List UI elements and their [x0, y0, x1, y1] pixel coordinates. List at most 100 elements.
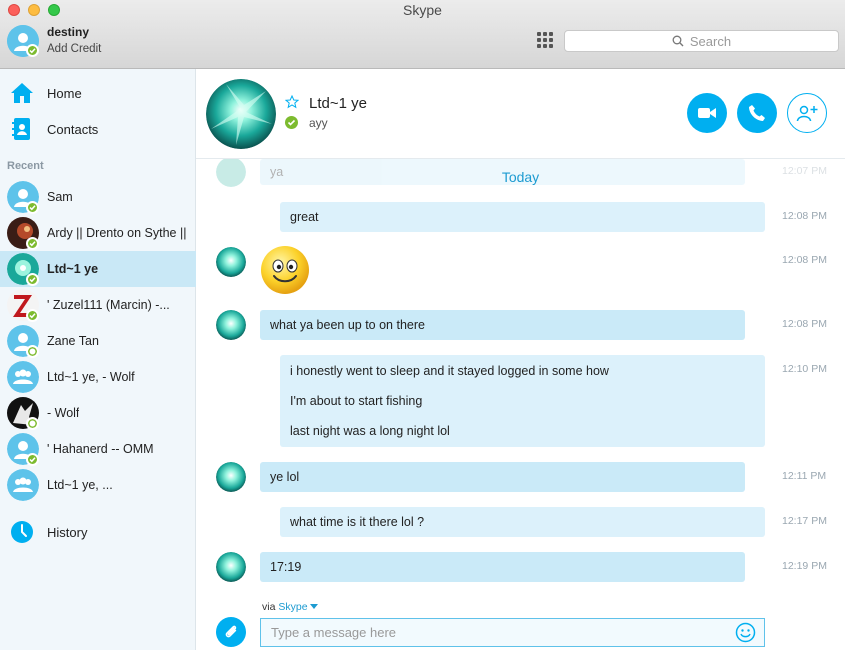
- recent-contact-item[interactable]: - Wolf: [0, 395, 196, 431]
- sender-avatar[interactable]: [216, 552, 246, 582]
- contact-name: Ltd~1 ye, - Wolf: [47, 370, 135, 384]
- contact-avatar: [7, 469, 39, 501]
- incoming-message-bubble[interactable]: 17:19: [260, 552, 745, 582]
- message-text: ye lol: [270, 470, 300, 484]
- window-title: Skype: [403, 2, 442, 18]
- recent-contact-item[interactable]: Zane Tan: [0, 323, 196, 359]
- smile-emoticon-icon: [260, 245, 310, 300]
- message-timestamp: 12:10 PM: [782, 363, 827, 375]
- contact-name: - Wolf: [47, 406, 80, 420]
- offline-status-icon: [26, 417, 39, 430]
- online-status-icon: [26, 453, 39, 466]
- outgoing-message-bubble[interactable]: what time is it there lol ?: [280, 507, 765, 537]
- favorite-star-icon[interactable]: [285, 95, 299, 109]
- message-text: great: [290, 210, 319, 224]
- phone-icon: [749, 105, 765, 121]
- online-status-icon: [26, 237, 39, 250]
- recent-contact-item[interactable]: Ltd~1 ye: [0, 251, 196, 287]
- outgoing-message-bubble[interactable]: great: [280, 202, 765, 232]
- offline-status-icon: [26, 345, 39, 358]
- nav-home-label: Home: [47, 85, 82, 101]
- profile-name[interactable]: destiny: [47, 25, 89, 39]
- video-camera-icon: [698, 108, 716, 118]
- search-input[interactable]: Search: [564, 30, 839, 52]
- message-text: I'm about to start fishing: [290, 394, 423, 408]
- add-credit-link[interactable]: Add Credit: [47, 43, 101, 55]
- chevron-down-icon: [310, 604, 319, 609]
- contacts-book-icon: [12, 118, 30, 140]
- message-timestamp: 12:11 PM: [782, 470, 827, 482]
- message-text: what time is it there lol ?: [290, 515, 425, 529]
- sender-avatar[interactable]: [216, 462, 246, 492]
- group-icon: [7, 469, 39, 501]
- nav-contacts[interactable]: Contacts: [0, 111, 196, 147]
- contact-name: Ltd~1 ye: [47, 262, 99, 276]
- message-input-placeholder: Type a message here: [271, 625, 397, 640]
- group-icon: [7, 361, 39, 393]
- via-service: via Skype: [262, 601, 319, 613]
- title-bar: Skype destiny Add Credit Search: [0, 0, 845, 69]
- message-text: 17:19: [270, 560, 302, 574]
- search-icon: [672, 35, 684, 47]
- mood-message: ayy: [309, 116, 328, 130]
- message-history[interactable]: ya 12:07 PM Today great 12:08 PM 12:08 PM w…: [196, 159, 845, 597]
- clock-icon: [11, 521, 33, 543]
- online-status-icon: [26, 201, 39, 214]
- contact-name: Ltd~1 ye, ...: [47, 478, 113, 492]
- message-timestamp: 12:08 PM: [782, 210, 827, 222]
- recent-contact-item[interactable]: Ltd~1 ye, - Wolf: [0, 359, 196, 395]
- contact-name: Zane Tan: [47, 334, 99, 348]
- message-timestamp: 12:08 PM: [782, 254, 827, 266]
- video-call-button[interactable]: [687, 93, 727, 133]
- nav-home[interactable]: Home: [0, 75, 196, 111]
- home-icon: [11, 83, 33, 103]
- incoming-message-bubble[interactable]: ye lol: [260, 462, 745, 492]
- online-status-icon: [26, 273, 39, 286]
- paperclip-icon: [225, 625, 237, 638]
- sidebar: Home Contacts Recent Sam Ardy || Drento o…: [0, 69, 196, 650]
- message-text: what ya been up to on there: [270, 318, 425, 332]
- contact-name: Ardy || Drento on Sythe ||: [47, 226, 187, 240]
- add-person-icon: [796, 105, 818, 122]
- recent-heading: Recent: [7, 160, 44, 172]
- recent-contact-item[interactable]: Ardy || Drento on Sythe ||: [0, 215, 196, 251]
- message-timestamp: 12:08 PM: [782, 318, 827, 330]
- conversation-avatar[interactable]: [206, 79, 276, 149]
- recent-contact-item[interactable]: Ltd~1 ye, ...: [0, 467, 196, 503]
- incoming-message-bubble[interactable]: what ya been up to on there: [260, 310, 745, 340]
- search-placeholder: Search: [689, 33, 732, 49]
- recent-contact-item[interactable]: ' Hahanerd -- OMM: [0, 431, 196, 467]
- recent-contact-item[interactable]: ' Zuzel111 (Marcin) -...: [0, 287, 196, 323]
- service-selector[interactable]: Skype: [278, 601, 319, 613]
- via-prefix: via: [262, 601, 276, 613]
- message-timestamp: 12:17 PM: [782, 515, 827, 527]
- nav-history[interactable]: History: [0, 514, 196, 550]
- sender-avatar[interactable]: [216, 247, 246, 277]
- sender-avatar[interactable]: [216, 310, 246, 340]
- conversation-name: Ltd~1 ye: [309, 95, 367, 112]
- contact-avatar: [7, 361, 39, 393]
- service-name: Skype: [278, 601, 308, 613]
- emoticon-picker-button[interactable]: [735, 622, 756, 643]
- message-text: last night was a long night lol: [290, 424, 450, 438]
- contact-name: ' Hahanerd -- OMM: [47, 442, 154, 456]
- nav-contacts-label: Contacts: [47, 121, 99, 137]
- contact-name: ' Zuzel111 (Marcin) -...: [47, 298, 170, 312]
- message-timestamp: 12:19 PM: [782, 560, 827, 572]
- profile-presence-icon: [26, 44, 39, 57]
- message-text: i honestly went to sleep and it stayed l…: [290, 364, 609, 378]
- conversation-header: Ltd~1 ye ayy: [196, 69, 845, 159]
- contact-name: Sam: [47, 190, 73, 204]
- add-people-button[interactable]: [787, 93, 827, 133]
- dialpad-icon[interactable]: [537, 32, 553, 48]
- recent-contact-item[interactable]: Sam: [0, 179, 196, 215]
- compose-area: via Skype Type a message here: [196, 597, 845, 650]
- online-status-icon: [285, 116, 298, 129]
- attach-file-button[interactable]: [216, 617, 246, 647]
- online-status-icon: [26, 309, 39, 322]
- nav-history-label: History: [47, 524, 88, 540]
- audio-call-button[interactable]: [737, 93, 777, 133]
- outgoing-message-bubble[interactable]: i honestly went to sleep and it stayed l…: [280, 355, 765, 447]
- message-input[interactable]: Type a message here: [260, 618, 765, 647]
- date-separator: Today: [501, 169, 540, 185]
